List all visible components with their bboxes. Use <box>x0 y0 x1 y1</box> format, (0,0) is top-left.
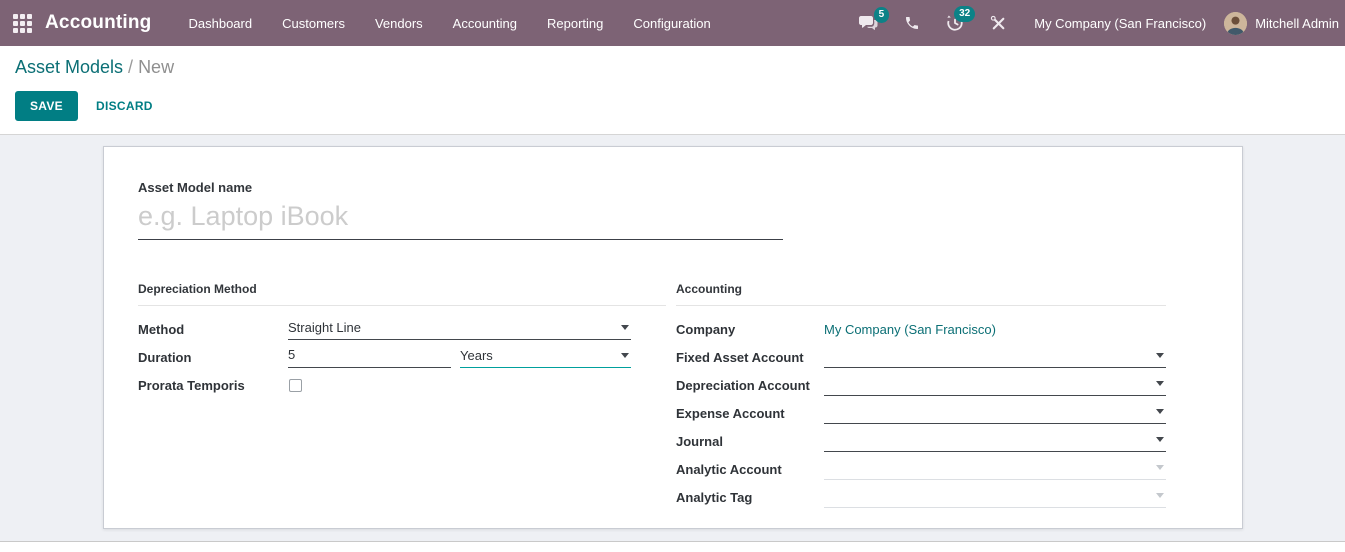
activities-icon[interactable]: 32 <box>933 6 977 32</box>
form-sheet: Asset Model name Depreciation Method Met… <box>103 146 1243 529</box>
duration-label: Duration <box>138 349 192 365</box>
chevron-down-icon <box>1156 381 1164 386</box>
activities-badge: 32 <box>954 6 976 22</box>
apps-menu-icon[interactable] <box>13 13 32 33</box>
expense-account-label: Expense Account <box>676 405 785 421</box>
form-action-buttons: SAVE DISCARD <box>15 91 1345 121</box>
company-value-link[interactable]: My Company (San Francisco) <box>824 322 996 337</box>
systray: 5 32 My Company (San Francisco) Mitchell… <box>846 6 1339 35</box>
method-value: Straight Line <box>288 320 361 335</box>
company-label: Company <box>676 321 736 337</box>
menu-configuration[interactable]: Configuration <box>618 16 725 31</box>
company-switcher[interactable]: My Company (San Francisco) <box>1034 16 1206 31</box>
chevron-down-icon <box>621 325 629 330</box>
control-panel: Asset Models / New SAVE DISCARD <box>0 46 1345 135</box>
main-menu: Dashboard Customers Vendors Accounting R… <box>174 16 726 31</box>
journal-label: Journal <box>676 433 723 449</box>
duration-unit-value: Years <box>460 348 493 363</box>
expense-account-select[interactable] <box>824 402 1166 424</box>
duration-input[interactable] <box>288 347 451 368</box>
save-button[interactable]: SAVE <box>15 91 78 121</box>
chevron-down-icon <box>1156 437 1164 442</box>
analytic-account-label: Analytic Account <box>676 461 782 477</box>
depreciation-account-label: Depreciation Account <box>676 377 810 393</box>
prorata-label: Prorata Temporis <box>138 377 245 393</box>
avatar[interactable] <box>1224 11 1248 35</box>
method-label: Method <box>138 321 185 337</box>
company-row: Company My Company (San Francisco) <box>676 315 1166 343</box>
breadcrumb-asset-models[interactable]: Asset Models <box>15 57 123 77</box>
fixed-asset-account-select[interactable] <box>824 346 1166 368</box>
depreciation-account-select[interactable] <box>824 374 1166 396</box>
tools-icon[interactable] <box>977 15 1020 32</box>
page-bottom-divider <box>0 541 1345 552</box>
analytic-account-select[interactable] <box>824 458 1166 480</box>
accounting-group: Accounting Company My Company (San Franc… <box>676 282 1166 511</box>
chevron-down-icon <box>1156 409 1164 414</box>
menu-dashboard[interactable]: Dashboard <box>174 16 268 31</box>
top-navbar: Accounting Dashboard Customers Vendors A… <box>0 0 1345 46</box>
accounting-section-title: Accounting <box>676 282 1166 306</box>
chevron-down-icon <box>1156 353 1164 358</box>
chevron-down-icon <box>1156 493 1164 498</box>
analytic-tag-row: Analytic Tag <box>676 483 1166 511</box>
expense-account-row: Expense Account <box>676 399 1166 427</box>
breadcrumb-separator: / <box>128 57 134 77</box>
menu-vendors[interactable]: Vendors <box>360 16 438 31</box>
form-view: Asset Model name Depreciation Method Met… <box>0 135 1345 541</box>
depreciation-method-group: Depreciation Method Method Straight Line… <box>138 282 666 511</box>
menu-reporting[interactable]: Reporting <box>532 16 618 31</box>
menu-accounting[interactable]: Accounting <box>438 16 532 31</box>
duration-row: Duration Years <box>138 343 666 371</box>
journal-row: Journal <box>676 427 1166 455</box>
app-name[interactable]: Accounting <box>45 12 152 34</box>
user-menu[interactable]: Mitchell Admin <box>1255 16 1339 31</box>
method-row: Method Straight Line <box>138 315 666 343</box>
asset-model-name-input[interactable] <box>138 199 783 240</box>
breadcrumb: Asset Models / New <box>15 57 1345 78</box>
prorata-row: Prorata Temporis <box>138 371 666 399</box>
discard-button[interactable]: DISCARD <box>92 92 157 120</box>
asset-model-name-label: Asset Model name <box>138 180 253 195</box>
form-columns: Depreciation Method Method Straight Line… <box>138 282 1202 511</box>
chevron-down-icon <box>621 353 629 358</box>
duration-unit-select[interactable]: Years <box>460 346 631 368</box>
analytic-tag-label: Analytic Tag <box>676 489 753 505</box>
method-select[interactable]: Straight Line <box>288 318 631 340</box>
analytic-tag-select[interactable] <box>824 486 1166 508</box>
fixed-asset-account-label: Fixed Asset Account <box>676 349 804 365</box>
prorata-checkbox[interactable] <box>289 378 302 392</box>
breadcrumb-new: New <box>138 57 175 77</box>
menu-customers[interactable]: Customers <box>267 16 360 31</box>
fixed-asset-account-row: Fixed Asset Account <box>676 343 1166 371</box>
chevron-down-icon <box>1156 465 1164 470</box>
phone-icon[interactable] <box>891 15 933 31</box>
messages-badge: 5 <box>873 7 890 23</box>
depreciation-method-section-title: Depreciation Method <box>138 282 666 306</box>
analytic-account-row: Analytic Account <box>676 455 1166 483</box>
journal-select[interactable] <box>824 430 1166 452</box>
depreciation-account-row: Depreciation Account <box>676 371 1166 399</box>
messages-icon[interactable]: 5 <box>846 7 891 31</box>
